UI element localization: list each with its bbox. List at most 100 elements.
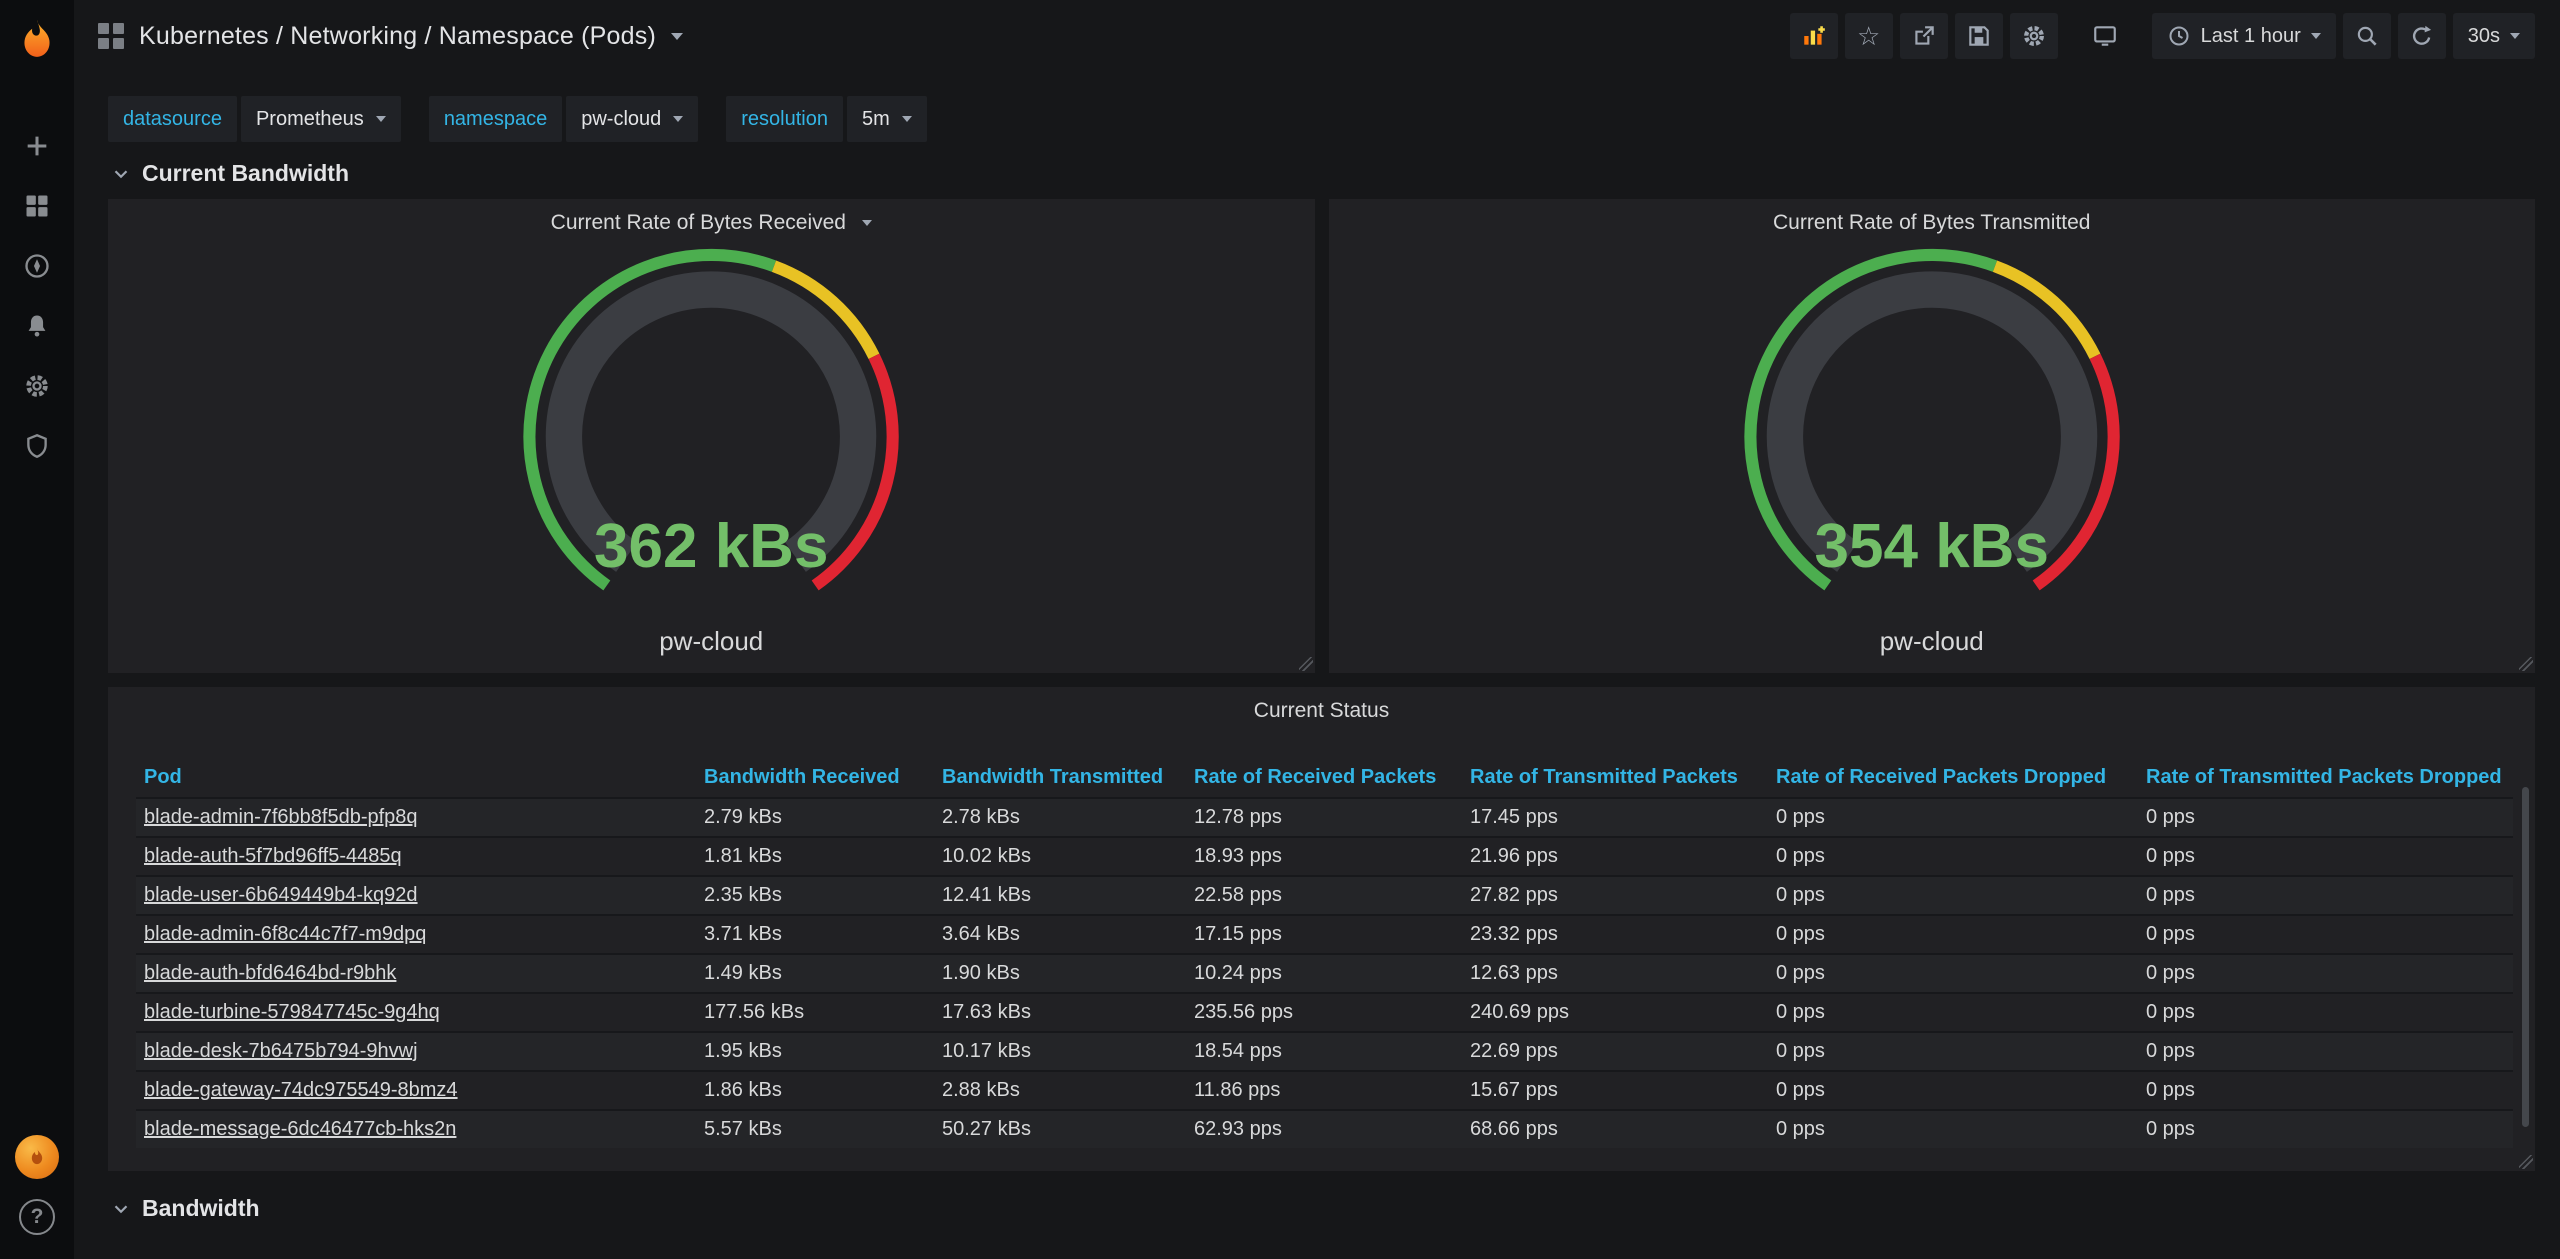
- shield-icon: [23, 432, 51, 460]
- table-cell: 0 pps: [1768, 954, 2138, 993]
- table-cell: 0 pps: [2138, 1071, 2513, 1110]
- star-dashboard-button[interactable]: ☆: [1845, 13, 1893, 59]
- refresh-button[interactable]: [2398, 13, 2446, 59]
- section-title: Bandwidth: [142, 1195, 260, 1222]
- sidebar-bottom: ?: [15, 1135, 59, 1259]
- variable-value: 5m: [862, 108, 890, 131]
- grafana-logo[interactable]: [12, 14, 62, 64]
- variable-value: pw-cloud: [581, 108, 661, 131]
- table-cell: 0 pps: [2138, 798, 2513, 837]
- table-row: blade-auth-5f7bd96ff5-4485q1.81 kBs10.02…: [136, 837, 2513, 876]
- add-panel-button[interactable]: [1790, 13, 1838, 59]
- cycle-view-mode-button[interactable]: [2081, 13, 2129, 59]
- sidebar-item-explore[interactable]: [0, 236, 74, 296]
- panel-bytes-transmitted: Current Rate of Bytes Transmitted 354 kB…: [1329, 199, 2536, 673]
- column-header[interactable]: Rate of Transmitted Packets: [1462, 758, 1768, 798]
- bell-icon: [23, 312, 51, 340]
- column-header[interactable]: Bandwidth Transmitted: [934, 758, 1186, 798]
- variable-resolution-dropdown[interactable]: 5m: [847, 96, 927, 142]
- dashboard-settings-button[interactable]: [2010, 13, 2058, 59]
- table-cell: 2.79 kBs: [696, 798, 934, 837]
- pod-link[interactable]: blade-turbine-579847745c-9g4hq: [144, 1001, 440, 1023]
- variable-datasource-dropdown[interactable]: Prometheus: [241, 96, 401, 142]
- table-row: blade-admin-6f8c44c7f7-m9dpq3.71 kBs3.64…: [136, 915, 2513, 954]
- sidebar-item-alerting[interactable]: [0, 296, 74, 356]
- table-cell: 62.93 pps: [1186, 1110, 1462, 1148]
- chevron-down-icon: [376, 116, 386, 122]
- table-cell-pod: blade-admin-7f6bb8f5db-pfp8q: [136, 798, 696, 837]
- table-cell: 1.90 kBs: [934, 954, 1186, 993]
- table-cell: 0 pps: [1768, 993, 2138, 1032]
- pod-link[interactable]: blade-auth-5f7bd96ff5-4485q: [144, 845, 402, 867]
- table-cell: 18.54 pps: [1186, 1032, 1462, 1071]
- table-cell: 22.58 pps: [1186, 876, 1462, 915]
- table-cell: 18.93 pps: [1186, 837, 1462, 876]
- sidebar-item-server-admin[interactable]: [0, 416, 74, 476]
- table-cell: 0 pps: [1768, 837, 2138, 876]
- chevron-down-icon: [902, 116, 912, 122]
- column-header[interactable]: Rate of Received Packets Dropped: [1768, 758, 2138, 798]
- table-cell: 2.78 kBs: [934, 798, 1186, 837]
- panel-resize-handle[interactable]: [2519, 657, 2533, 671]
- table-cell: 12.63 pps: [1462, 954, 1768, 993]
- star-icon: ☆: [1857, 23, 1880, 49]
- sidebar-item-create[interactable]: [0, 116, 74, 176]
- sidebar-item-configuration[interactable]: [0, 356, 74, 416]
- panel-resize-handle[interactable]: [1299, 657, 1313, 671]
- dashboard-title-button[interactable]: Kubernetes / Networking / Namespace (Pod…: [98, 22, 683, 51]
- refresh-interval-picker[interactable]: 30s: [2453, 13, 2535, 59]
- pod-link[interactable]: blade-desk-7b6475b794-9hvwj: [144, 1040, 418, 1062]
- pod-link[interactable]: blade-user-6b649449b4-kq92d: [144, 884, 418, 906]
- table-cell: 177.56 kBs: [696, 993, 934, 1032]
- chevron-down-icon: [2311, 33, 2321, 39]
- pod-link[interactable]: blade-admin-7f6bb8f5db-pfp8q: [144, 806, 418, 828]
- panel-resize-handle[interactable]: [2519, 1155, 2533, 1169]
- breadcrumb: Kubernetes / Networking / Namespace (Pod…: [139, 22, 656, 51]
- gauge-series-label: pw-cloud: [108, 626, 1315, 657]
- pod-link[interactable]: blade-admin-6f8c44c7f7-m9dpq: [144, 923, 426, 945]
- help-button[interactable]: ?: [19, 1199, 55, 1235]
- table-cell: 21.96 pps: [1462, 837, 1768, 876]
- section-current-bandwidth[interactable]: Current Bandwidth: [108, 142, 2535, 199]
- user-avatar[interactable]: [15, 1135, 59, 1179]
- table-scrollbar[interactable]: [2522, 787, 2529, 1127]
- column-header[interactable]: Bandwidth Received: [696, 758, 934, 798]
- table-cell-pod: blade-user-6b649449b4-kq92d: [136, 876, 696, 915]
- time-range-picker[interactable]: Last 1 hour: [2152, 13, 2336, 59]
- variable-label: namespace: [429, 96, 562, 142]
- pod-link[interactable]: blade-message-6dc46477cb-hks2n: [144, 1118, 456, 1140]
- pod-link[interactable]: blade-auth-bfd6464bd-r9bhk: [144, 962, 396, 984]
- zoom-out-time-button[interactable]: [2343, 13, 2391, 59]
- column-header[interactable]: Rate of Received Packets: [1186, 758, 1462, 798]
- table-cell: 12.41 kBs: [934, 876, 1186, 915]
- table-cell: 17.15 pps: [1186, 915, 1462, 954]
- magnifier-icon: [2354, 23, 2380, 49]
- table-cell: 1.49 kBs: [696, 954, 934, 993]
- table-cell: 22.69 pps: [1462, 1032, 1768, 1071]
- share-dashboard-button[interactable]: [1900, 13, 1948, 59]
- table-cell-pod: blade-turbine-579847745c-9g4hq: [136, 993, 696, 1032]
- gear-icon: [23, 372, 51, 400]
- panel-title: Current Status: [1254, 699, 1389, 722]
- pod-link[interactable]: blade-gateway-74dc975549-8bmz4: [144, 1079, 458, 1101]
- column-header[interactable]: Rate of Transmitted Packets Dropped: [2138, 758, 2513, 798]
- table-cell: 0 pps: [1768, 1110, 2138, 1148]
- save-dashboard-button[interactable]: [1955, 13, 2003, 59]
- table-cell: 3.64 kBs: [934, 915, 1186, 954]
- template-variables-row: datasource Prometheus namespace pw-cloud…: [108, 96, 2535, 142]
- table-cell: 68.66 pps: [1462, 1110, 1768, 1148]
- section-bandwidth[interactable]: Bandwidth: [108, 1177, 2535, 1234]
- gear-icon: [2021, 23, 2047, 49]
- sidebar-item-dashboards[interactable]: [0, 176, 74, 236]
- column-header[interactable]: Pod: [136, 758, 696, 798]
- status-table-wrap: PodBandwidth ReceivedBandwidth Transmitt…: [136, 758, 2513, 1167]
- panel-title-button[interactable]: Current Status: [108, 699, 2535, 723]
- table-cell: 15.67 pps: [1462, 1071, 1768, 1110]
- gauge-row: Current Rate of Bytes Received 362 kBs p…: [108, 199, 2535, 673]
- table-cell: 0 pps: [1768, 876, 2138, 915]
- table-cell: 0 pps: [2138, 876, 2513, 915]
- table-cell: 23.32 pps: [1462, 915, 1768, 954]
- table-cell: 0 pps: [1768, 915, 2138, 954]
- variable-namespace-dropdown[interactable]: pw-cloud: [566, 96, 698, 142]
- clock-icon: [2167, 24, 2191, 48]
